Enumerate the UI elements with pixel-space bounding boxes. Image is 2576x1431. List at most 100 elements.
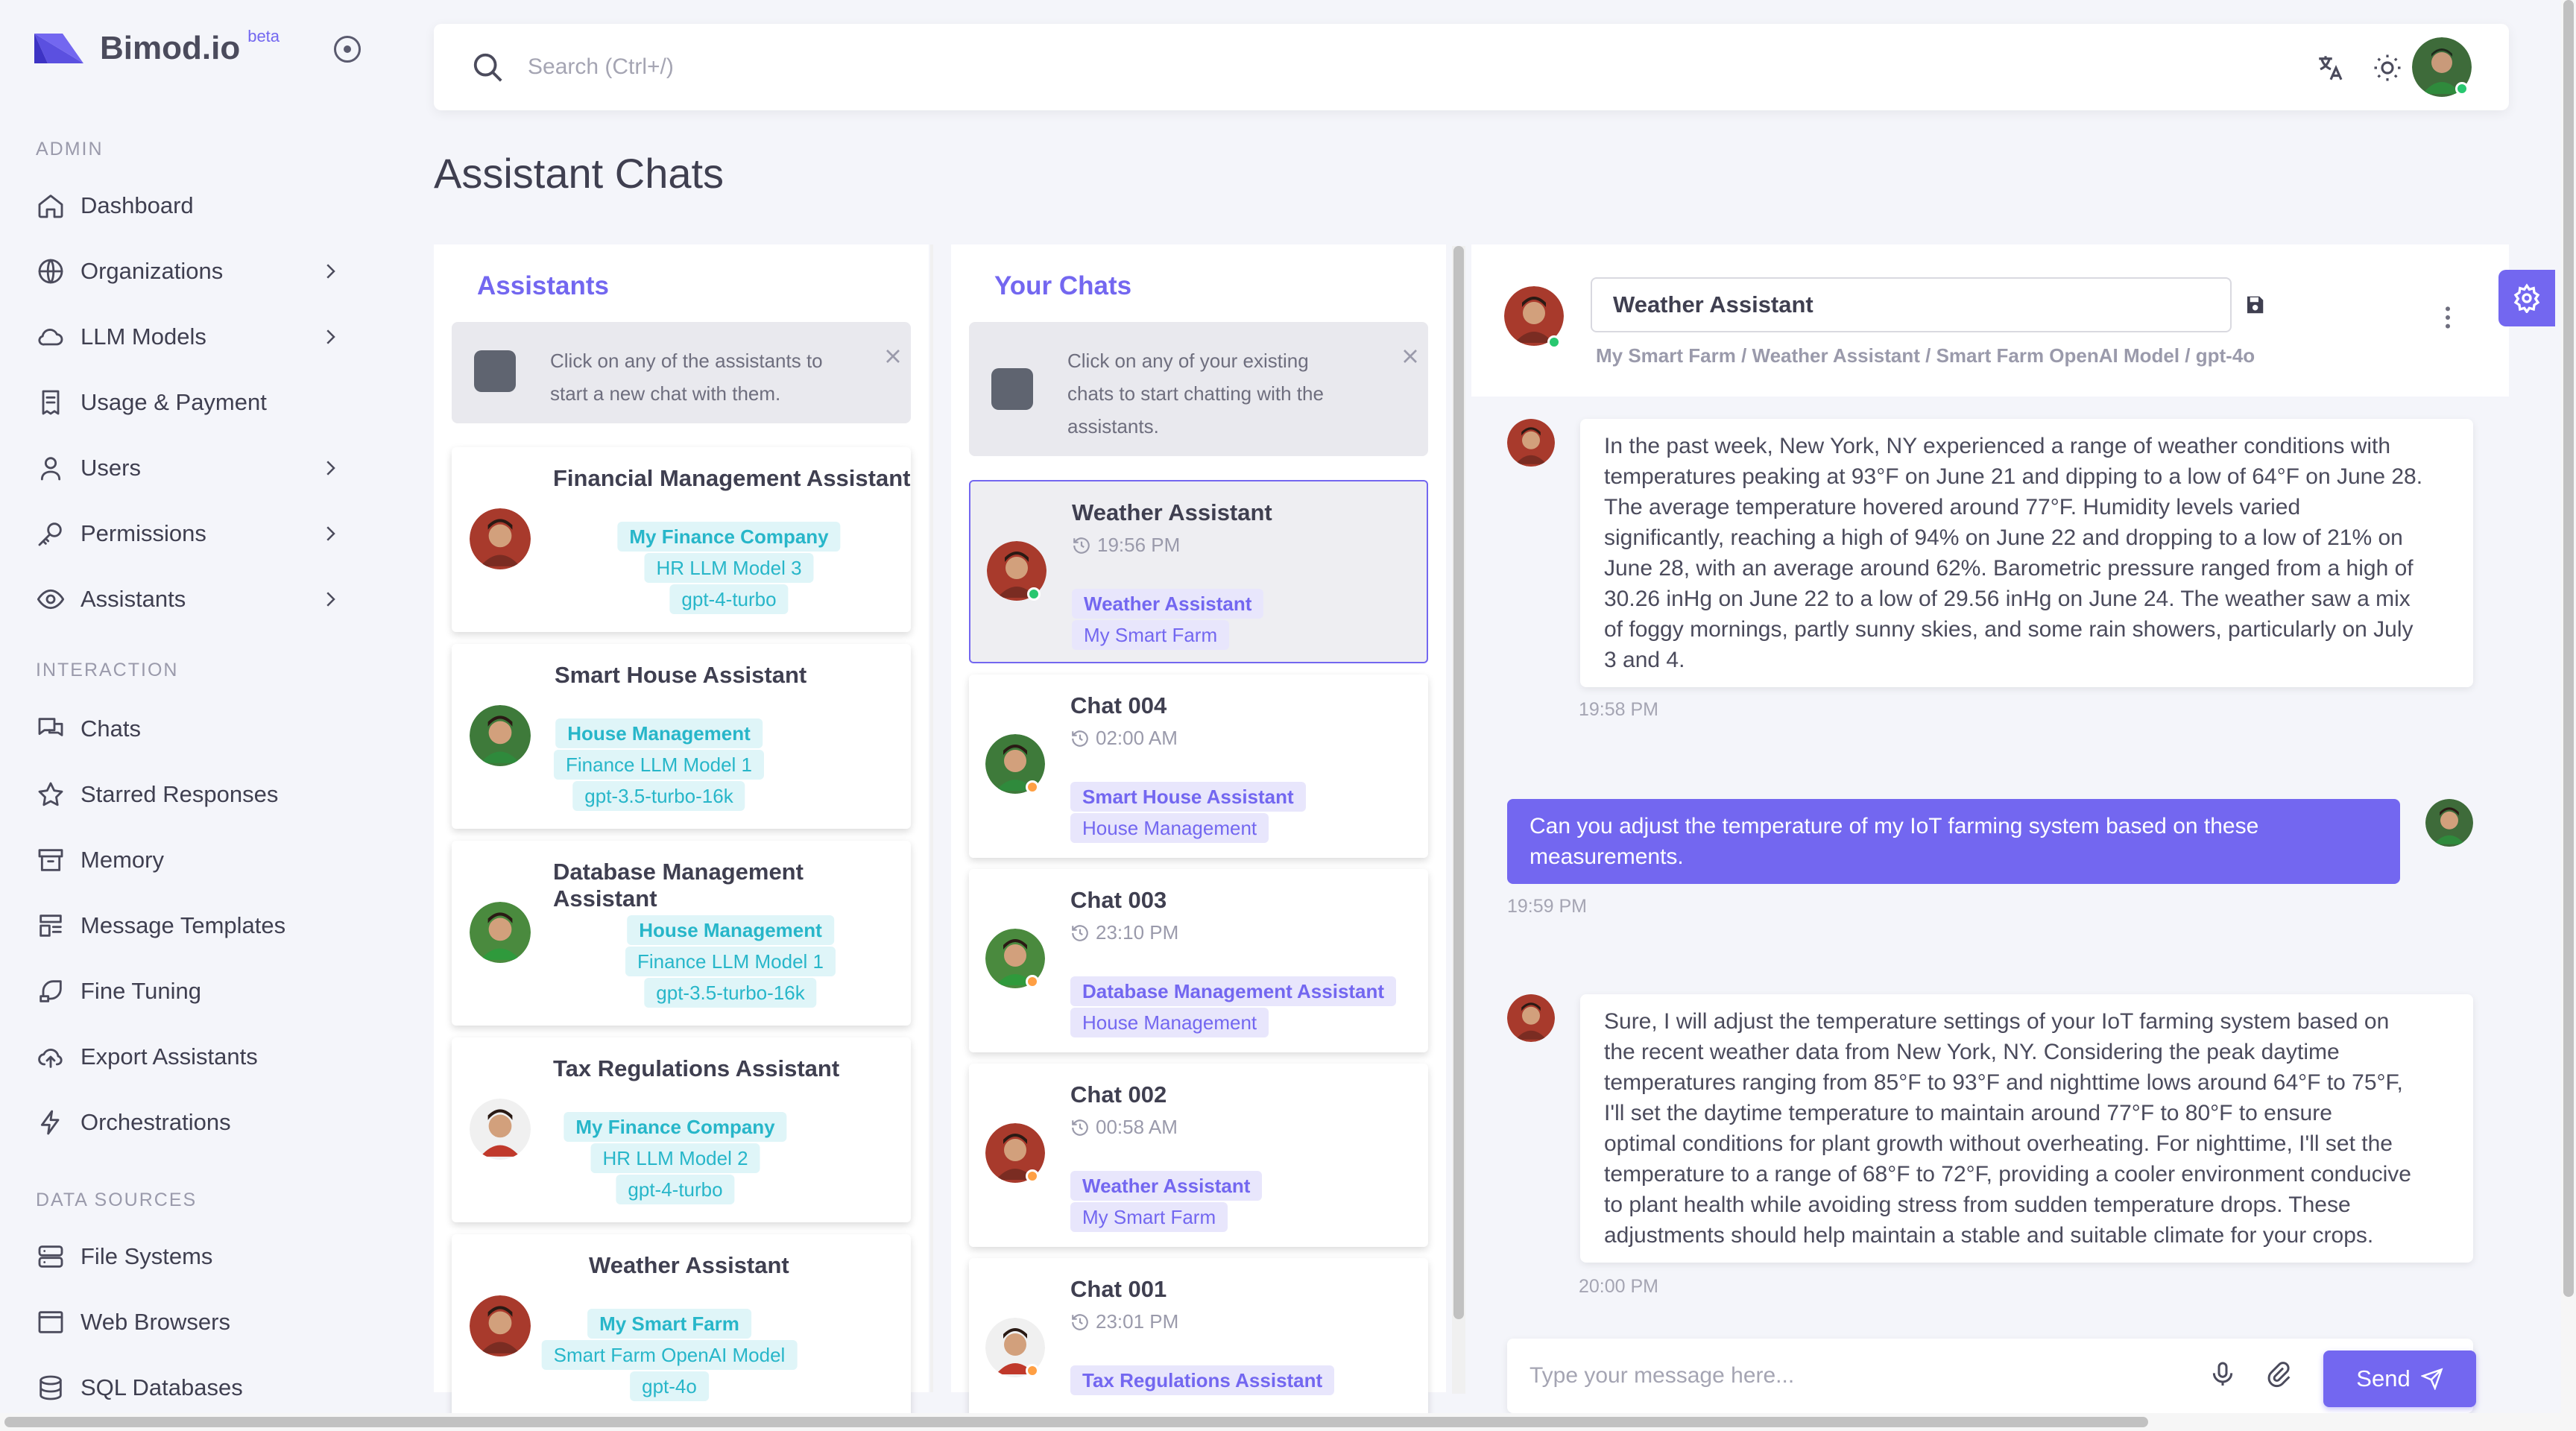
brain-icon <box>991 368 1033 410</box>
sidebar-item-memory[interactable]: Memory <box>36 838 356 882</box>
assistants-info-line-1: Click on any of the assistants to <box>550 350 823 372</box>
chats-info-box: Click on any of your existing chats to s… <box>969 322 1428 456</box>
message-line: to plant health while avoiding stress fr… <box>1604 1192 2351 1217</box>
assistant-tag: gpt-4o <box>630 1371 709 1401</box>
chevron-right-icon <box>326 526 335 541</box>
user-icon <box>40 457 61 481</box>
assistant-tag: gpt-3.5-turbo-16k <box>572 781 745 811</box>
message-time: 20:00 PM <box>1579 1276 1659 1297</box>
assistant-avatar <box>1507 994 1555 1042</box>
sidebar-item-label: Orchestrations <box>80 1109 231 1135</box>
chat-card[interactable]: Chat 001 23:01 PM Tax Regulations Assistan… <box>969 1258 1428 1422</box>
chats-info-line-2: chats to start chatting with the <box>1067 382 1324 405</box>
sidebar-item-file-systems[interactable]: File Systems <box>36 1234 356 1279</box>
chat-card[interactable]: Chat 003 23:10 PM Database Management Assi… <box>969 869 1428 1052</box>
message-time: 19:58 PM <box>1579 699 1659 720</box>
sidebar-item-users[interactable]: Users <box>36 446 356 490</box>
sidebar-item-message-templates[interactable]: Message Templates <box>36 903 356 948</box>
sidebar-item-permissions[interactable]: Permissions <box>36 511 356 556</box>
logo[interactable]: Bimod.io beta <box>33 27 280 67</box>
more-vertical-icon[interactable] <box>2433 303 2463 332</box>
chevron-right-icon <box>326 329 335 344</box>
search-input[interactable] <box>528 46 1869 88</box>
attachment-icon[interactable] <box>2264 1359 2294 1389</box>
chat-name: Weather Assistant <box>1072 499 1272 525</box>
chat-name-input[interactable] <box>1591 277 2232 332</box>
translate-icon[interactable] <box>2315 52 2346 83</box>
send-icon <box>2420 1368 2443 1390</box>
assistant-card[interactable]: Tax Regulations Assistant My Finance Comp… <box>452 1037 911 1222</box>
sidebar-item-label: SQL Databases <box>80 1374 243 1400</box>
chat-card[interactable]: Chat 004 02:00 AM Smart House Assistant Hou… <box>969 675 1428 858</box>
chat-name: Chat 001 <box>1070 1276 1167 1302</box>
page-horizontal-scrollbar-thumb[interactable] <box>4 1417 2148 1427</box>
message-time: 19:59 PM <box>1507 896 1588 917</box>
sidebar-item-label: Usage & Payment <box>80 389 267 415</box>
chats-panel: Your Chats Click on any of your existing… <box>951 244 1446 1422</box>
assistants-panel-title: Assistants <box>477 271 610 300</box>
message-line: temperatures ranging from 85°F to 93°F a… <box>1604 1070 2403 1095</box>
chat-status-dot <box>1027 587 1041 601</box>
assistant-tag: House Management <box>555 718 763 748</box>
sidebar-item-dashboard[interactable]: Dashboard <box>36 183 356 228</box>
sidebar-item-label: Assistants <box>80 586 186 612</box>
assistant-card[interactable]: Weather Assistant My Smart Farm Smart Farm… <box>452 1234 911 1419</box>
sidebar-item-fine-tuning[interactable]: Fine Tuning <box>36 969 356 1014</box>
sidebar-item-export-assistants[interactable]: Export Assistants <box>36 1034 356 1079</box>
eye-icon <box>37 589 65 610</box>
message-line: adjustments should help maintain a stabl… <box>1604 1223 2374 1248</box>
assistant-tag: gpt-4-turbo <box>616 1175 735 1204</box>
message-line: measurements. <box>1530 844 1684 869</box>
assistant-name: Weather Assistant <box>589 1252 789 1278</box>
chat-time: 23:10 PM <box>1070 921 1178 944</box>
chat-time-label: 00:58 AM <box>1096 1116 1178 1138</box>
sidebar-item-organizations[interactable]: Organizations <box>36 249 356 294</box>
chat-time: 19:56 PM <box>1072 534 1180 557</box>
sidebar-item-llm-models[interactable]: LLM Models <box>36 315 356 359</box>
user-avatar <box>2425 799 2473 847</box>
message-line: 3 and 4. <box>1604 648 1685 672</box>
sidebar-item-assistants[interactable]: Assistants <box>36 577 356 622</box>
close-icon[interactable] <box>1398 344 1422 368</box>
search-icon[interactable] <box>471 51 505 85</box>
sidebar-item-label: Organizations <box>80 258 224 284</box>
sidebar-item-chats[interactable]: Chats <box>36 707 356 751</box>
microphone-icon[interactable] <box>2208 1359 2238 1389</box>
chat-status-dot <box>1026 975 1039 988</box>
assistants-scrollbar[interactable] <box>930 244 933 1392</box>
sidebar-item-sql-databases[interactable]: SQL Databases <box>36 1365 356 1410</box>
archive-icon <box>38 849 63 871</box>
sidebar-item-usage-payment[interactable]: Usage & Payment <box>36 380 356 425</box>
sidebar-item-starred-responses[interactable]: Starred Responses <box>36 772 356 817</box>
save-icon[interactable] <box>2244 294 2266 316</box>
chat-time-label: 19:56 PM <box>1097 534 1181 556</box>
assistants-info-line-2: start a new chat with them. <box>550 382 781 405</box>
chat-breadcrumb: My Smart Farm / Weather Assistant / Smar… <box>1596 344 2255 367</box>
sidebar-item-orchestrations[interactable]: Orchestrations <box>36 1100 356 1145</box>
page-vertical-scrollbar[interactable] <box>2561 0 2576 1413</box>
assistant-avatar <box>470 902 531 963</box>
chat-card[interactable]: Weather Assistant 19:56 PM Weather Assista… <box>969 480 1428 663</box>
chevron-right-icon <box>326 461 335 476</box>
chats-scrollbar-thumb[interactable] <box>1453 246 1464 1319</box>
chats-scrollbar[interactable] <box>1452 246 1465 1394</box>
assistants-panel: Assistants Click on any of the assistant… <box>434 244 929 1419</box>
page-vertical-scrollbar-thumb[interactable] <box>2563 0 2574 1297</box>
sidebar-toggle-icon[interactable] <box>334 36 361 63</box>
page-horizontal-scrollbar[interactable] <box>0 1413 2576 1431</box>
gear-icon <box>2513 283 2540 313</box>
message-line: June 28, with an average around 62%. Bar… <box>1604 556 2414 581</box>
sidebar-item-web-browsers[interactable]: Web Browsers <box>36 1300 356 1345</box>
customizer-button[interactable] <box>2498 270 2555 326</box>
theme-toggle-icon[interactable] <box>2372 52 2403 83</box>
chat-card[interactable]: Chat 002 00:58 AM Weather Assistant My Smar… <box>969 1064 1428 1247</box>
assistant-card[interactable]: Financial Management Assistant My Finance… <box>452 447 911 632</box>
sidebar-item-label: LLM Models <box>80 323 206 350</box>
send-button[interactable]: Send <box>2323 1351 2476 1407</box>
assistant-card[interactable]: Database Management Assistant House Manag… <box>452 841 911 1026</box>
messages-icon <box>38 718 63 736</box>
close-icon[interactable] <box>881 344 905 368</box>
message-input[interactable] <box>1530 1356 2200 1395</box>
assistant-card[interactable]: Smart House Assistant House Management Fin… <box>452 644 911 829</box>
user-message: Can you adjust the temperature of my IoT… <box>1507 799 2400 884</box>
